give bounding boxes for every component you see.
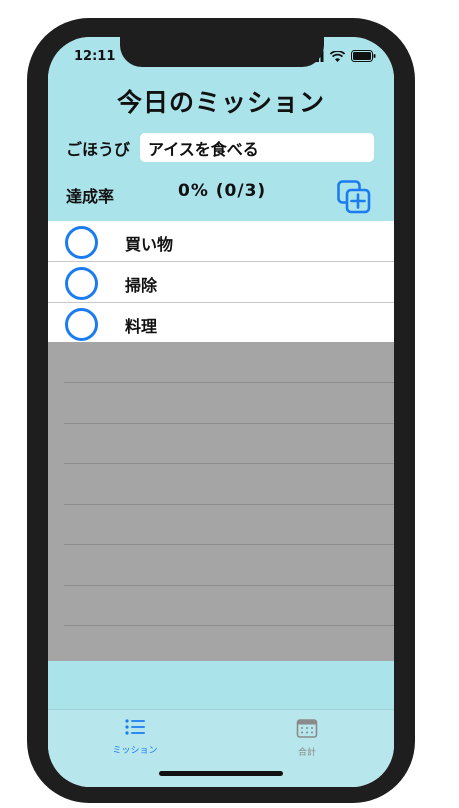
tab-total[interactable]: 合計: [247, 718, 367, 758]
app-screen: 12:11 今日のミッション ごほうび 達成率 0%: [48, 37, 394, 787]
mission-checkbox[interactable]: [65, 308, 98, 341]
mission-checkbox[interactable]: [65, 267, 98, 300]
mission-header: 今日のミッション ごほうび 達成率 0% (0/3): [48, 77, 394, 221]
mission-label: 掃除: [125, 276, 158, 295]
mission-row[interactable]: 掃除: [48, 262, 394, 303]
achievement-rate-value: 0% (0/3): [178, 181, 267, 201]
page-title: 今日のミッション: [116, 88, 325, 117]
empty-row-separator: [64, 544, 394, 545]
empty-row-separator: [64, 625, 394, 626]
reward-label: ごほうび: [66, 140, 131, 159]
tab-label: ミッション: [112, 746, 158, 756]
status-time: 12:11: [74, 49, 116, 64]
calendar-icon: [296, 719, 318, 738]
battery-icon: [351, 50, 376, 62]
reward-input[interactable]: [140, 133, 374, 162]
add-mission-button[interactable]: [336, 179, 372, 215]
footer-band: [48, 661, 394, 709]
empty-row-separator: [64, 463, 394, 464]
plus-square-stack-icon: [337, 180, 371, 214]
empty-row-separator: [64, 423, 394, 424]
home-indicator[interactable]: [159, 771, 283, 776]
empty-row-separator: [64, 382, 394, 383]
mission-list: 買い物 掃除 料理: [48, 221, 394, 344]
tab-label: 合計: [297, 748, 316, 758]
empty-row-separator: [64, 585, 394, 586]
list-icon: [125, 719, 145, 735]
wifi-icon: [330, 50, 345, 62]
mission-row[interactable]: 買い物: [48, 221, 394, 262]
achievement-rate-label: 達成率: [66, 187, 115, 206]
mission-checkbox[interactable]: [65, 226, 98, 259]
mission-label: 買い物: [125, 235, 174, 254]
mission-label: 料理: [125, 317, 158, 336]
empty-list-area: [48, 342, 394, 661]
notch: [120, 37, 324, 67]
tab-missions[interactable]: ミッション: [75, 718, 195, 756]
mission-row[interactable]: 料理: [48, 303, 394, 344]
empty-row-separator: [64, 504, 394, 505]
